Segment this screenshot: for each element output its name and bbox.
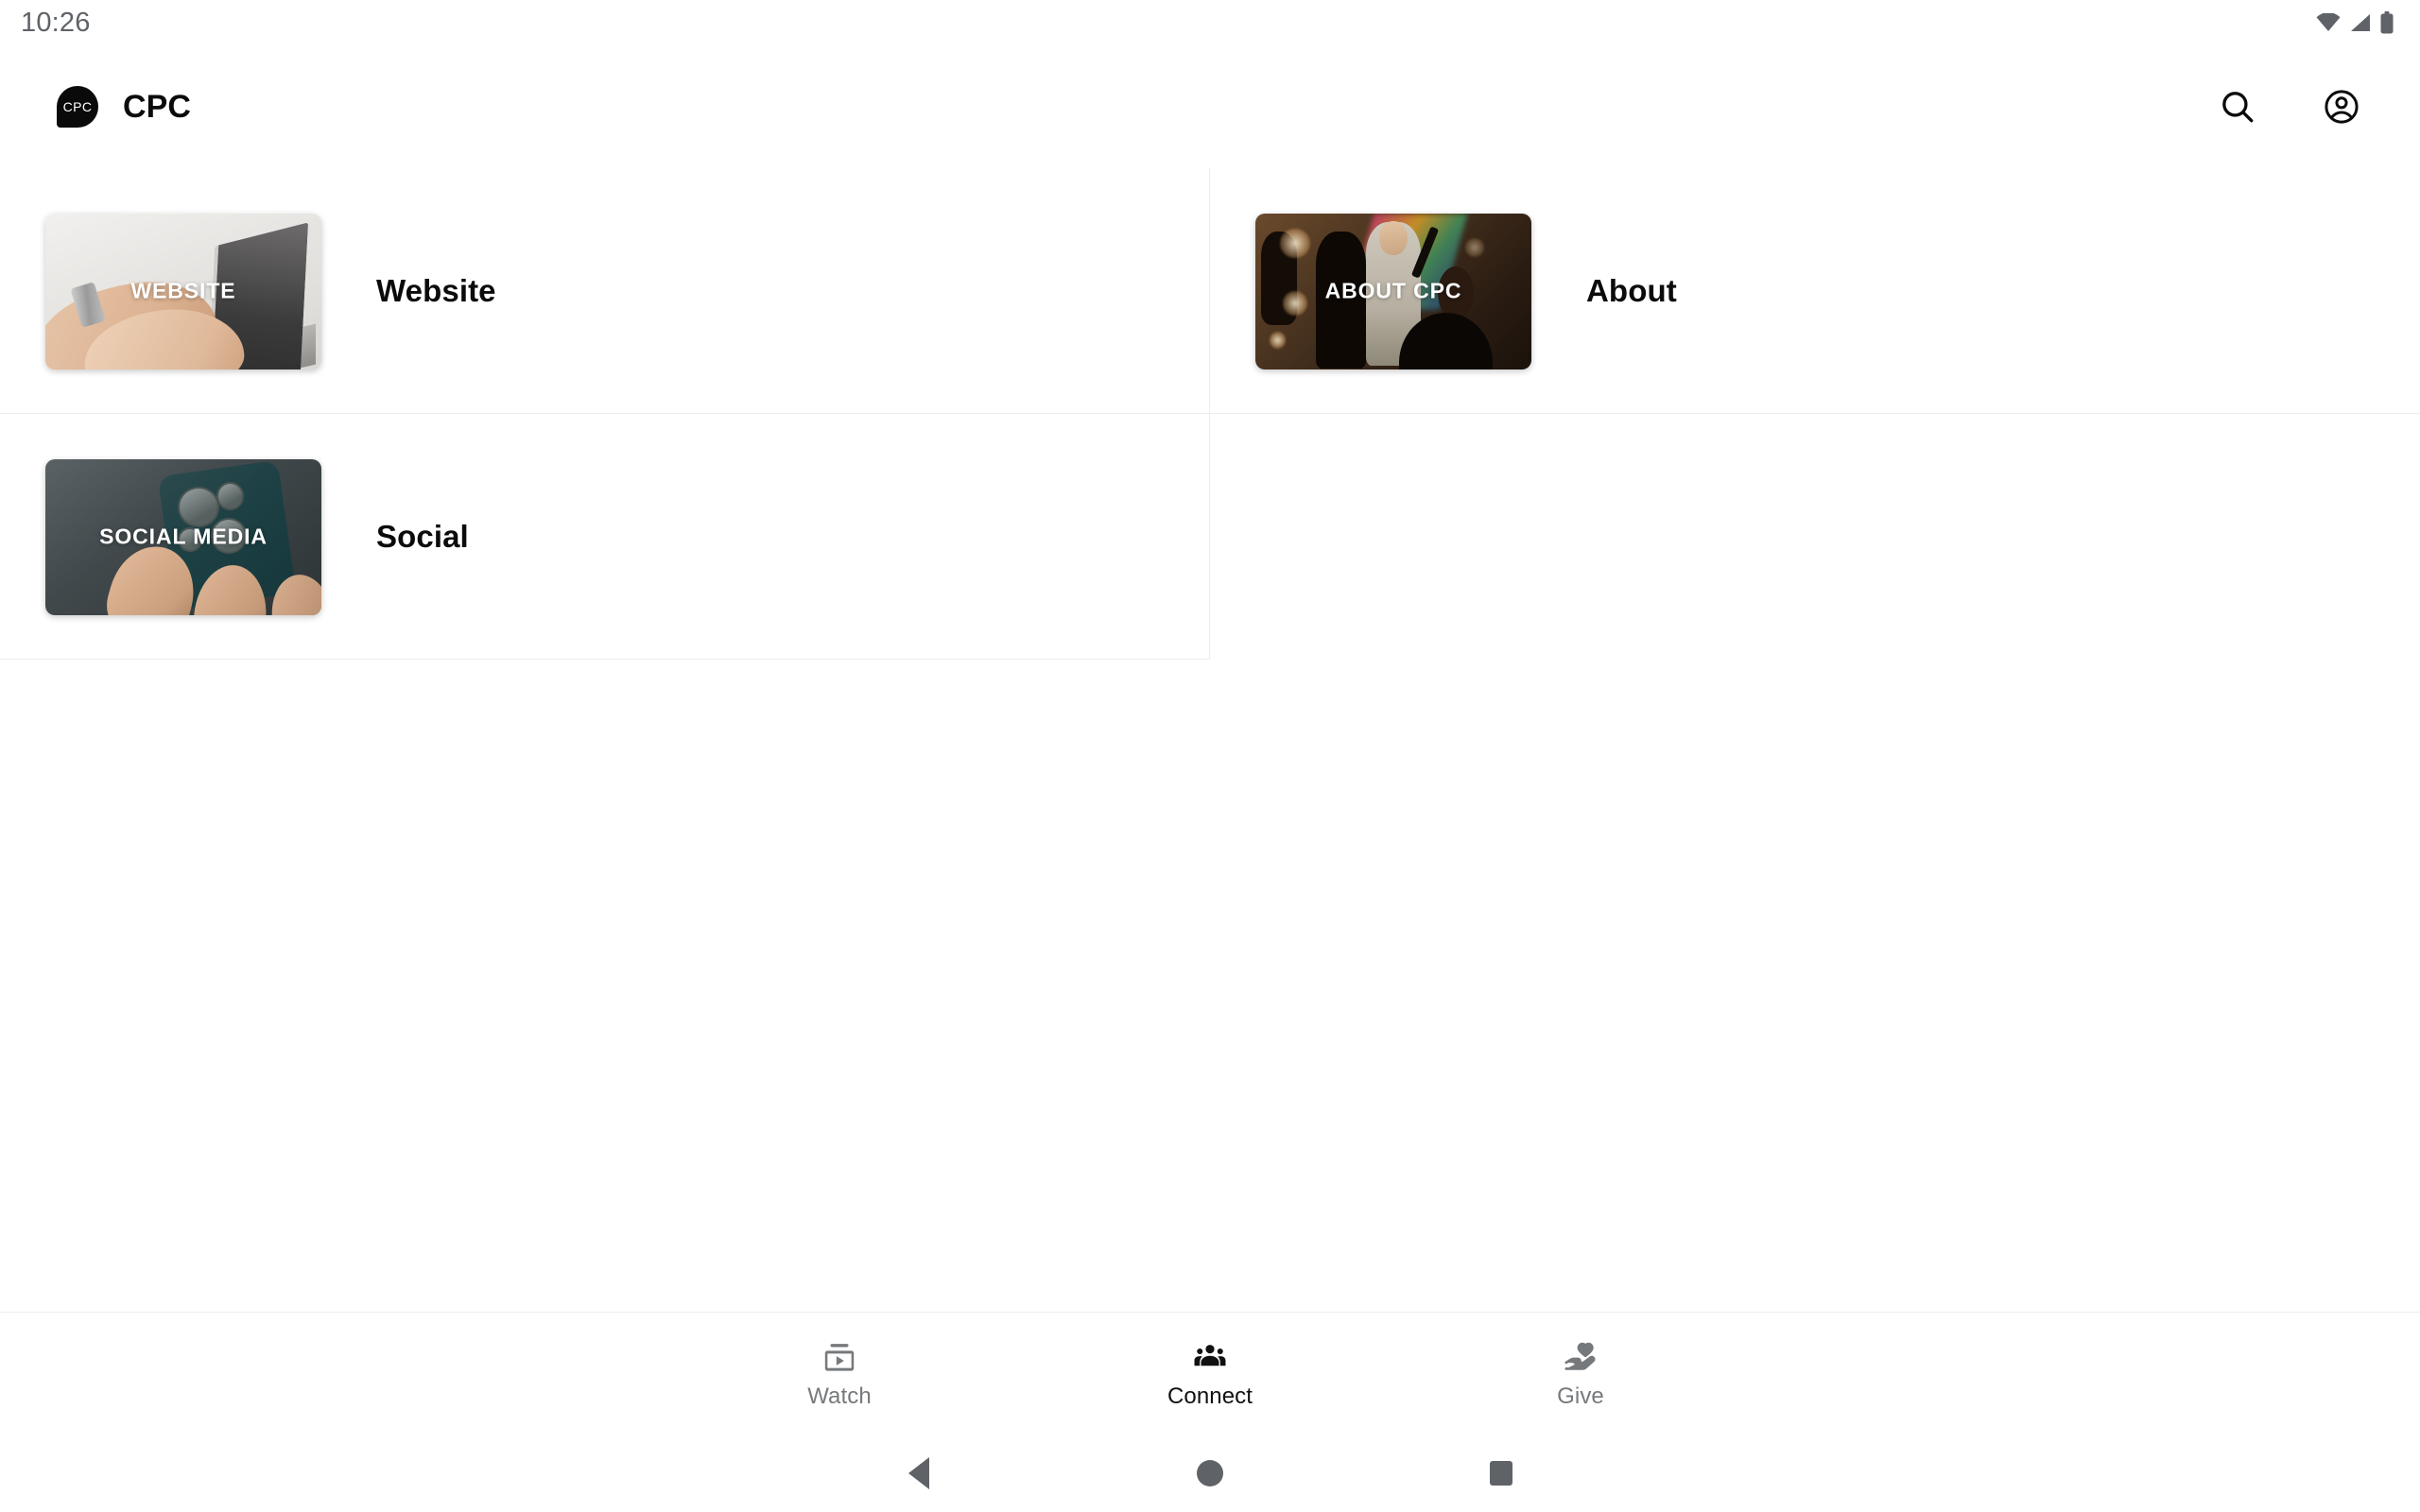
website-thumbnail-label: WEBSITE [130,278,236,303]
website-thumbnail: WEBSITE [45,213,321,369]
status-bar-clock: 10:26 [21,7,91,38]
recents-square-icon [1490,1461,1512,1486]
app-brand: CPC CPC [57,86,191,128]
nav-tab-give-label: Give [1557,1383,1604,1409]
social-thumbnail-label: SOCIAL MEDIA [99,524,268,549]
bottom-navigation: Watch Connect Give [0,1312,2420,1435]
grid-item-website[interactable]: WEBSITE Website [0,168,1210,414]
app-screen: 10:26 CPC CPC WEBSITE Website ABOUT CPC … [0,0,2420,1512]
nav-tab-connect[interactable]: Connect [1153,1340,1267,1408]
android-system-navigation [0,1435,2420,1512]
status-bar: 10:26 [0,0,2420,45]
social-thumbnail: SOCIAL MEDIA [45,458,321,615]
wifi-icon [2316,13,2341,32]
about-thumbnail-label: ABOUT CPC [1324,278,1462,303]
groups-icon [1192,1340,1228,1376]
account-icon [2322,87,2361,127]
grid-item-about[interactable]: ABOUT CPC About [1210,168,2420,414]
volunteer-heart-hand-icon [1563,1340,1599,1376]
search-icon [2218,87,2257,127]
app-bar-actions [2211,80,2368,133]
app-title: CPC [123,88,192,125]
back-triangle-icon [908,1457,929,1489]
nav-tab-watch-label: Watch [807,1383,872,1409]
grid-item-empty [1210,414,2420,660]
status-bar-icons [2316,11,2394,34]
website-title: Website [376,273,496,308]
app-bar: CPC CPC [0,45,2420,168]
nav-tab-connect-label: Connect [1167,1383,1253,1409]
cpc-logo-icon: CPC [57,86,98,128]
subscriptions-icon [821,1340,857,1376]
nav-tab-give[interactable]: Give [1524,1340,1637,1408]
grid-item-social[interactable]: SOCIAL MEDIA Social [0,414,1210,660]
bottom-navigation-items: Watch Connect Give [728,1340,1692,1408]
home-button[interactable] [1170,1445,1250,1502]
home-circle-icon [1197,1460,1223,1486]
nav-tab-watch[interactable]: Watch [783,1340,896,1408]
about-title: About [1586,273,1677,308]
about-thumbnail: ABOUT CPC [1255,213,1531,369]
cellular-signal-icon [2349,13,2372,32]
battery-icon [2380,11,2394,34]
social-title: Social [376,519,469,554]
account-button[interactable] [2315,80,2368,133]
back-button[interactable] [879,1445,959,1502]
cpc-logo-text: CPC [62,98,93,114]
links-grid: WEBSITE Website ABOUT CPC About SOCIAL M… [0,168,2420,660]
recents-button[interactable] [1461,1445,1541,1502]
search-button[interactable] [2211,80,2264,133]
content-area: WEBSITE Website ABOUT CPC About SOCIAL M… [0,168,2420,1312]
